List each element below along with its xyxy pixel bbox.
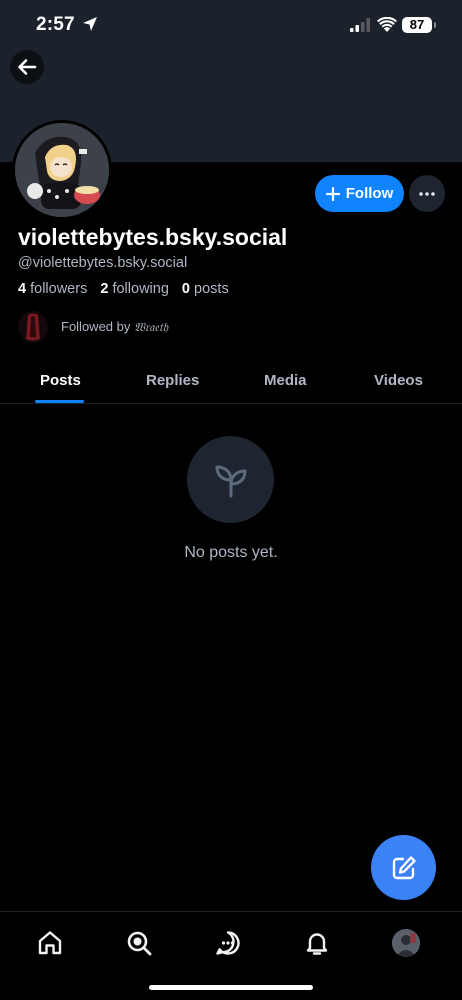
wifi-icon	[377, 17, 397, 32]
bell-icon	[306, 933, 328, 955]
status-time: 2:57	[36, 14, 75, 35]
more-options-button[interactable]	[409, 175, 445, 212]
followed-by-prefix: Followed by	[61, 319, 131, 334]
sprout-icon	[215, 465, 246, 497]
empty-state-message: No posts yet.	[184, 544, 278, 561]
tab-media[interactable]: Media	[264, 372, 307, 389]
home-icon	[38, 931, 62, 955]
followed-by-row[interactable]: Followed by 𝔚𝔯𝔞𝔢𝔱𝔥	[18, 311, 168, 343]
followers-count: 4	[18, 281, 27, 297]
followers-stat[interactable]: 4 followers	[18, 281, 87, 297]
followed-by-text: Followed by 𝔚𝔯𝔞𝔢𝔱𝔥	[61, 319, 168, 335]
profile-handle: @violettebytes.bsky.social	[18, 255, 188, 271]
arrow-left-icon	[18, 59, 37, 75]
active-tab-indicator	[35, 400, 84, 403]
nav-home[interactable]	[35, 928, 65, 958]
ellipsis-icon	[419, 191, 435, 196]
follow-label: Follow	[345, 185, 394, 202]
nav-avatar-image	[392, 929, 420, 957]
nav-search[interactable]	[124, 928, 154, 958]
profile-avatar	[392, 929, 420, 957]
profile-tabs: Posts Replies Media Videos	[0, 358, 462, 404]
home-indicator	[149, 985, 313, 990]
battery-indicator: 87	[402, 17, 436, 33]
display-name: violettebytes.bsky.social	[18, 224, 288, 250]
following-label: following	[112, 281, 169, 297]
profile-avatar[interactable]	[12, 120, 112, 220]
nav-chat[interactable]	[213, 928, 243, 958]
following-stat[interactable]: 2 following	[100, 281, 169, 297]
compose-icon	[392, 855, 416, 879]
compose-button[interactable]	[371, 835, 436, 900]
posts-count: 0	[181, 281, 190, 297]
empty-state-icon	[187, 436, 274, 523]
posts-stat: 0 posts	[182, 281, 229, 297]
followers-label: followers	[30, 281, 88, 297]
nav-profile[interactable]	[391, 928, 421, 958]
follower-avatar	[18, 311, 48, 343]
avatar-image	[15, 123, 109, 217]
search-icon	[127, 931, 152, 956]
cellular-signal-icon	[350, 18, 370, 32]
nav-notifications[interactable]	[302, 928, 332, 958]
tab-posts[interactable]: Posts	[40, 372, 81, 389]
tab-replies[interactable]: Replies	[146, 372, 199, 389]
plus-icon	[325, 186, 340, 201]
chat-icon	[216, 931, 240, 955]
follow-button[interactable]: Follow	[315, 175, 404, 212]
followed-by-name: 𝔚𝔯𝔞𝔢𝔱𝔥	[134, 320, 169, 334]
tab-videos[interactable]: Videos	[374, 372, 423, 389]
profile-stats: 4 followers 2 following 0 posts	[18, 281, 238, 297]
location-arrow-icon	[83, 17, 97, 31]
following-count: 2	[100, 281, 109, 297]
back-button[interactable]	[10, 50, 44, 84]
status-bar: 2:57 87	[0, 0, 462, 52]
posts-label: posts	[194, 281, 229, 297]
follower-avatar-image	[18, 311, 48, 343]
